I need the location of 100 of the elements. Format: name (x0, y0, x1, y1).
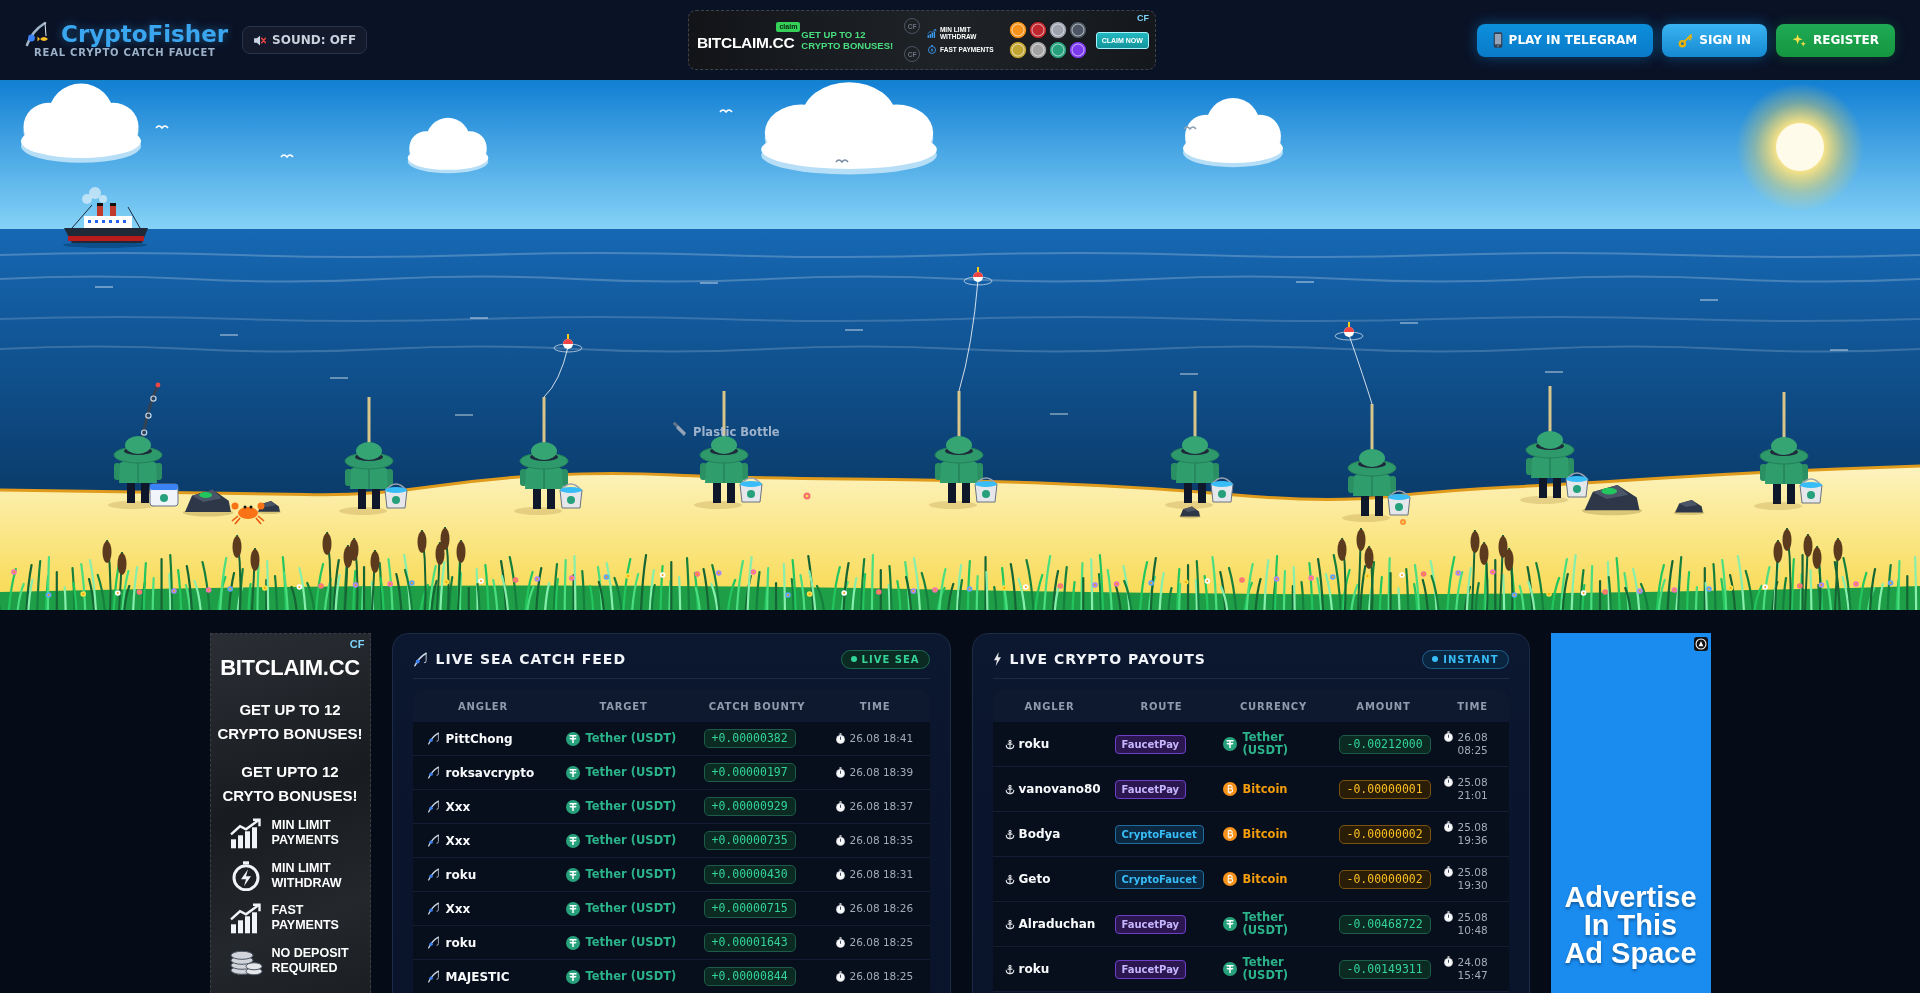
brand-mark: CF (1136, 13, 1149, 23)
angler-name: vanovano80 (1018, 782, 1101, 796)
payout-time: 25.08 19:36 (1457, 821, 1489, 847)
angler-name: MAJESTIC (445, 969, 510, 984)
ad-info-icon[interactable] (1693, 637, 1708, 651)
site-tagline: REAL CRYPTO CATCH FAUCET (34, 47, 216, 59)
crab-icon (231, 502, 265, 525)
telegram-button[interactable]: PLAY IN TELEGRAM (1476, 23, 1654, 57)
flower-icon (803, 492, 811, 500)
bird-icon (835, 159, 849, 163)
bar-chart-icon (228, 818, 263, 849)
bobber-icon (963, 267, 993, 286)
bucket-icon (739, 477, 763, 503)
payout-currency: Tether (USDT) (1242, 731, 1290, 757)
ad-headline: GET UPTO 12 CRYTO BONUSES! (221, 762, 359, 806)
target-currency: Tether (USDT) (585, 800, 677, 813)
payout-time: 24.08 15:47 (1457, 956, 1489, 982)
ad-feature: MIN LIMIT WITHDRAW (271, 860, 343, 891)
route-tag: FaucetPay (1114, 914, 1187, 934)
anchor-icon (1004, 873, 1015, 885)
coin-icon (1222, 917, 1237, 931)
bounty-tag: +0.00000715 (703, 899, 796, 918)
status-dot-icon (1432, 656, 1439, 662)
target-currency: Tether (USDT) (585, 936, 677, 949)
coin-icon (1028, 21, 1047, 39)
bounty-tag: +0.00001643 (703, 933, 796, 952)
fishing-rod-icon (25, 21, 49, 47)
bounty-tag: +0.00000735 (703, 831, 796, 850)
coin-icon (1048, 21, 1067, 39)
register-button[interactable]: REGISTER (1775, 23, 1895, 57)
column-header: TIME (1457, 700, 1488, 712)
coin-icon (1222, 737, 1237, 751)
amount-tag: -0.00149311 (1338, 959, 1431, 979)
payout-currency: Tether (USDT) (1242, 956, 1290, 982)
coin-icon (565, 731, 580, 746)
column-header: ANGLER (1024, 700, 1075, 712)
amount-tag: -0.00212000 (1338, 734, 1431, 754)
rock-icon (1179, 506, 1201, 519)
bird-icon (1183, 126, 1197, 130)
target-currency: Tether (USDT) (585, 868, 677, 881)
bird-icon (155, 125, 169, 129)
angler-name: roku (1018, 737, 1050, 751)
coin-icon (565, 935, 580, 950)
catch-time: 26.08 18:31 (849, 868, 914, 881)
sign-in-button[interactable]: SIGN IN (1662, 23, 1767, 57)
route-tag: FaucetPay (1114, 959, 1187, 979)
coin-icon (1068, 21, 1087, 39)
bar-chart-icon (228, 903, 263, 934)
side-ad[interactable]: CF BITCLAIM.CC GET UP TO 12 CRYPTO BONUSES! GET UPTO 12 CRYTO BONUSES! MIN LIMIT PAYMENTS MIN LIMIT WITHDRAW FAST PAYMENTS NO DEPOSIT REQUIRED (209, 633, 371, 993)
coin-icon (565, 799, 580, 814)
angler-name: Alraduchan (1018, 917, 1096, 931)
coin-icon (1222, 782, 1237, 796)
angler-name: Bodya (1018, 827, 1061, 841)
bucket-icon (1565, 472, 1589, 498)
stopwatch-icon (927, 45, 938, 54)
target-currency: Tether (USDT) (585, 902, 677, 915)
ad-space[interactable]: Advertise In This Ad Space (1550, 633, 1711, 993)
target-currency: Tether (USDT) (585, 732, 677, 745)
stopwatch-icon (834, 733, 846, 744)
stopwatch-icon (834, 937, 846, 948)
ad-feature: FAST PAYMENTS (271, 903, 340, 934)
ad-brand: BITCLAIM.CC (696, 33, 795, 51)
catch-time: 26.08 18:25 (849, 936, 914, 949)
site-logo[interactable]: CryptoFisher (61, 21, 229, 47)
coin-icon (1028, 41, 1047, 59)
column-header: ANGLER (458, 700, 508, 712)
sound-toggle[interactable]: SOUND: OFF (242, 26, 368, 54)
column-header: TIME (859, 700, 891, 712)
fishing-rod-icon (426, 970, 440, 983)
bounty-tag: +0.00000844 (703, 967, 796, 986)
ad-headline: GET UP TO 12 CRYPTO BONUSES! (216, 700, 364, 744)
column-header: CURRENCY (1239, 700, 1307, 712)
sparkle-icon (1791, 32, 1807, 48)
bucket-icon (974, 477, 998, 503)
amount-tag: -0.00000002 (1338, 824, 1431, 844)
angler-name: roksavcrypto (445, 765, 535, 780)
stopwatch-icon (834, 801, 846, 812)
stopwatch-icon (834, 835, 846, 846)
stopwatch-icon (834, 869, 846, 880)
stopwatch-icon (1442, 866, 1454, 877)
stopwatch-icon (1442, 731, 1454, 742)
angler-name: PittChong (445, 731, 513, 746)
rock-icon (1581, 485, 1643, 516)
anchor-icon (1004, 963, 1015, 975)
column-header: CATCH BOUNTY (708, 700, 806, 712)
fishing-rod-icon (412, 651, 428, 667)
angler-name: roku (445, 935, 477, 950)
column-header: ROUTE (1140, 700, 1183, 712)
stopwatch-icon (834, 767, 846, 778)
ad-feature: MIN LIMIT PAYMENTS (271, 818, 340, 849)
column-header: TARGET (599, 700, 648, 712)
bar-chart-icon (927, 28, 937, 38)
route-tag: FaucetPay (1114, 779, 1187, 799)
catch-time: 26.08 18:37 (849, 800, 914, 813)
amount-tag: -0.00000002 (1338, 869, 1431, 889)
anchor-icon (1004, 783, 1015, 795)
route-tag: CryptoFaucet (1114, 869, 1204, 889)
brand-mark: CF (349, 638, 365, 650)
bucket-icon (559, 483, 583, 509)
route-tag: CryptoFaucet (1114, 824, 1204, 844)
